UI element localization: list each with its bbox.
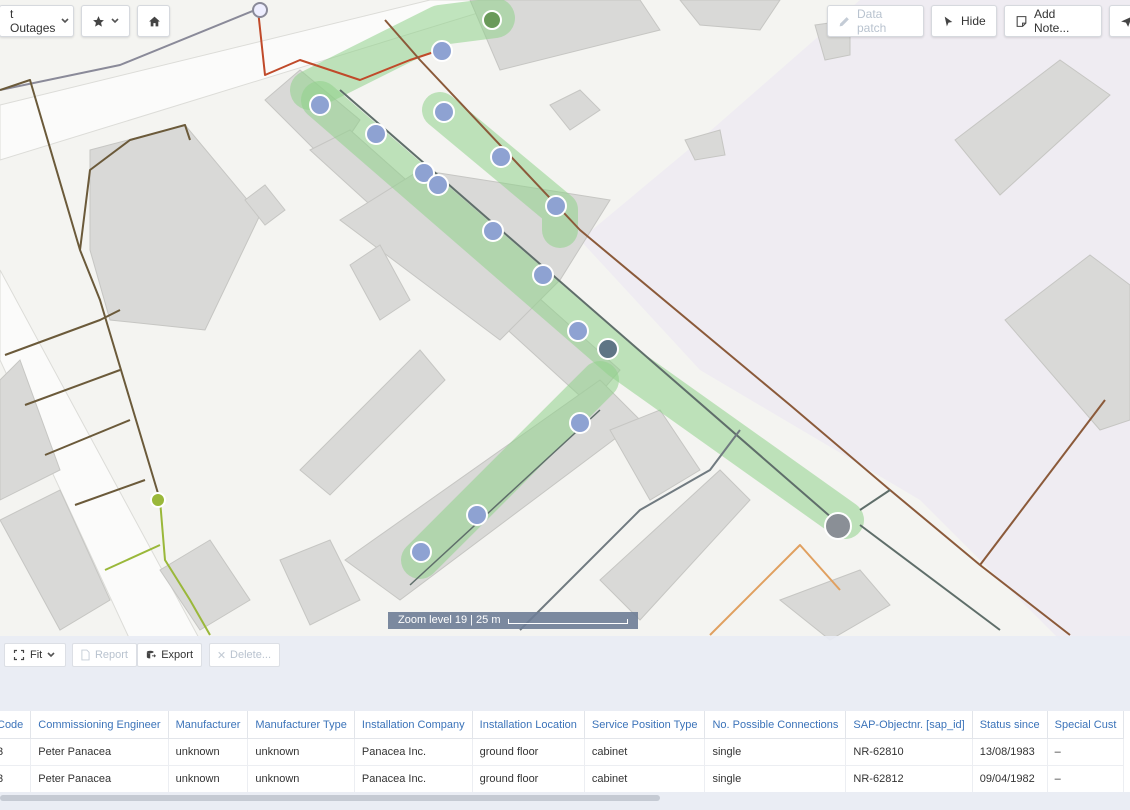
delete-button[interactable]: Delete... — [209, 643, 280, 667]
column-header[interactable]: Installation Company — [354, 711, 473, 739]
column-header[interactable]: No. Possible Connections — [704, 711, 847, 739]
table-cell: unknown — [247, 765, 355, 792]
export-button[interactable]: Export — [137, 643, 202, 667]
horizontal-scrollbar[interactable] — [0, 795, 660, 801]
report-button[interactable]: Report — [72, 643, 137, 667]
report-icon — [81, 649, 90, 661]
send-button[interactable] — [1109, 5, 1130, 37]
table-cell: unknown — [168, 765, 249, 792]
favorites-dropdown[interactable] — [81, 5, 130, 37]
table-cell: cabinet — [584, 765, 706, 792]
table-cell: – — [1047, 738, 1125, 766]
column-header[interactable]: Installation Location — [472, 711, 585, 739]
table-row[interactable]: 3 Peter Panacea unknown unknown Panacea … — [0, 765, 1125, 792]
table-cell: NR-62812 — [845, 765, 973, 792]
column-header[interactable]: Service Position Type — [584, 711, 706, 739]
table-cell: unknown — [168, 738, 249, 766]
star-icon — [93, 15, 104, 27]
zoom-scale-text: Zoom level 19 | 25 m — [398, 614, 501, 626]
report-label: Report — [94, 649, 128, 661]
home-icon — [149, 16, 160, 26]
outages-label: t Outages — [10, 7, 56, 35]
scale-ruler — [508, 619, 628, 624]
paper-plane-icon — [1121, 16, 1130, 27]
table-cell: 13/08/1983 — [972, 738, 1048, 766]
table-cell: Peter Panacea — [30, 765, 169, 792]
column-header[interactable]: SAP-Objectnr. [sap_id] — [845, 711, 973, 739]
pencil-icon — [839, 16, 849, 26]
home-button[interactable] — [137, 5, 170, 37]
column-header[interactable]: Manufacturer Type — [247, 711, 355, 739]
table-cell: single — [704, 765, 847, 792]
table-header-row: Code Commissioning Engineer Manufacturer… — [0, 711, 1125, 739]
table-cell: ground floor — [472, 765, 585, 792]
data-patch-label: Data patch — [857, 7, 887, 35]
table-cell: Peter Panacea — [30, 738, 169, 766]
fit-dropdown[interactable]: Fit — [4, 643, 66, 667]
add-note-label: Add Note... — [1034, 7, 1070, 35]
chevron-down-icon — [47, 652, 55, 658]
chevron-down-icon — [111, 18, 119, 24]
data-patch-button[interactable]: Data patch — [827, 5, 924, 37]
close-icon — [218, 651, 225, 659]
column-header[interactable]: Code — [0, 711, 32, 739]
delete-label: Delete... — [230, 649, 271, 661]
hide-label: Hide — [961, 14, 986, 28]
table-cell: ground floor — [472, 738, 585, 766]
table-cell: NR-62810 — [845, 738, 973, 766]
table-cell: 3 — [0, 738, 32, 766]
fit-frame-icon — [13, 649, 25, 661]
table-cell: single — [704, 738, 847, 766]
table-cell: unknown — [247, 738, 355, 766]
database-export-icon — [146, 650, 156, 659]
table-row[interactable]: 3 Peter Panacea unknown unknown Panacea … — [0, 738, 1125, 766]
table-cell: Panacea Inc. — [354, 738, 473, 766]
hide-button[interactable]: Hide — [931, 5, 997, 37]
fit-label: Fit — [30, 649, 43, 661]
column-header[interactable]: Status since — [972, 711, 1048, 739]
add-note-button[interactable]: Add Note... — [1004, 5, 1102, 37]
table-cell: 09/04/1982 — [972, 765, 1048, 792]
pointer-hide-icon — [944, 16, 953, 26]
table-cell: cabinet — [584, 738, 706, 766]
export-label: Export — [161, 649, 193, 661]
table-cell: – — [1047, 765, 1125, 792]
column-header[interactable]: Commissioning Engineer — [30, 711, 169, 739]
note-icon — [1016, 15, 1027, 27]
table-cell: Panacea Inc. — [354, 765, 473, 792]
table-cell: 3 — [0, 765, 32, 792]
outages-dropdown[interactable]: t Outages — [0, 5, 74, 37]
zoom-scale-indicator: Zoom level 19 | 25 m — [388, 612, 638, 629]
chevron-down-icon — [61, 18, 69, 24]
column-header[interactable]: Special Cust — [1047, 711, 1125, 739]
attribute-table[interactable]: Code Commissioning Engineer Manufacturer… — [0, 711, 1130, 792]
column-header[interactable]: Manufacturer — [168, 711, 249, 739]
